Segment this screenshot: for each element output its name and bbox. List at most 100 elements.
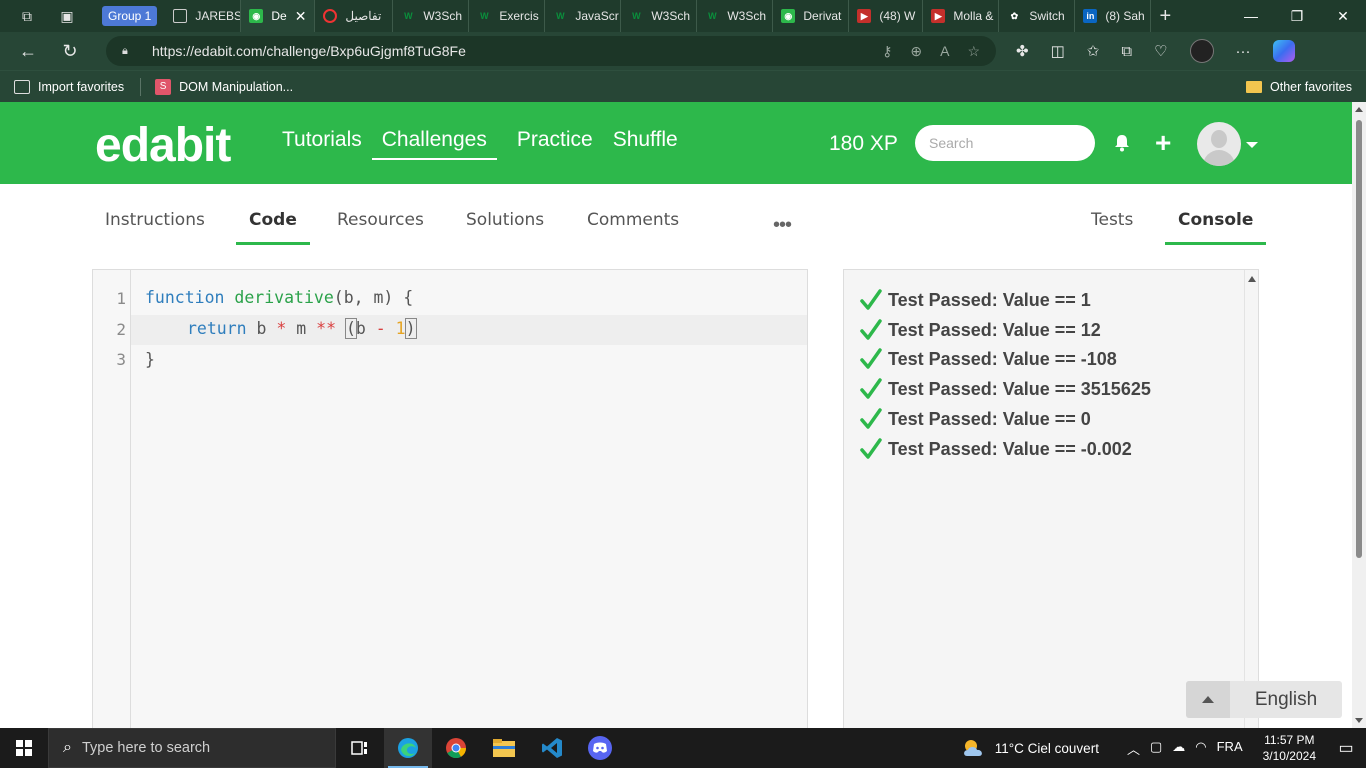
scroll-down-icon[interactable]: [1355, 718, 1363, 723]
browser-tab-active[interactable]: ◉ De ✕: [241, 0, 316, 32]
browser-tab[interactable]: W Exercis: [469, 0, 546, 32]
edabit-logo[interactable]: edabit: [95, 118, 231, 173]
tab-console[interactable]: Console: [1165, 210, 1267, 245]
taskbar-search-placeholder: Type here to search: [81, 740, 211, 756]
star-icon[interactable]: ☆: [967, 43, 980, 60]
site-search-input[interactable]: [915, 125, 1095, 161]
browser-tab[interactable]: ▶ Molla &: [923, 0, 1000, 32]
read-aloud-icon[interactable]: A: [940, 43, 949, 60]
challenge-tabs: Instructions Code Resources Solutions Co…: [0, 184, 1352, 259]
code-editor[interactable]: 1 2 3 function derivative(b, m) { return…: [92, 269, 808, 739]
favorites-icon[interactable]: ✩: [1087, 42, 1100, 60]
browser-tab[interactable]: W W3Sch: [697, 0, 774, 32]
scrollbar-thumb[interactable]: [1356, 120, 1362, 558]
other-favorites-link[interactable]: Other favorites: [1246, 80, 1352, 94]
close-tab-icon[interactable]: ✕: [295, 8, 307, 25]
avatar[interactable]: [1197, 122, 1241, 166]
favorites-bar: Import favorites S DOM Manipulation... O…: [0, 70, 1366, 102]
nav-shuffle[interactable]: Shuffle: [613, 128, 678, 160]
taskbar-discord[interactable]: [576, 728, 624, 768]
tab-instructions[interactable]: Instructions: [105, 210, 205, 242]
tab-group-label[interactable]: Group 1: [102, 6, 158, 26]
browser-tab[interactable]: JAREBS: [165, 0, 242, 32]
minimize-icon[interactable]: —: [1228, 8, 1274, 25]
tab-actions-icon[interactable]: ▣: [58, 7, 76, 25]
edge-icon: [398, 738, 418, 758]
performance-icon[interactable]: ♡: [1154, 42, 1167, 60]
task-view-button[interactable]: [336, 728, 384, 768]
code-function-name: derivative: [234, 288, 334, 307]
browser-tab[interactable]: ▶ (48) W: [849, 0, 924, 32]
bell-icon[interactable]: [1113, 134, 1131, 152]
nav-practice[interactable]: Practice: [517, 128, 593, 160]
weather-text[interactable]: 11°C Ciel couvert: [995, 741, 1099, 756]
folder-icon: [493, 739, 515, 757]
page-scrollbar[interactable]: [1352, 102, 1366, 728]
tab-comments[interactable]: Comments: [587, 210, 679, 242]
chevron-down-icon[interactable]: [1246, 142, 1258, 148]
xp-counter[interactable]: 180 XP: [829, 132, 898, 156]
language-selector[interactable]: English: [1186, 681, 1342, 718]
browser-profile-icon[interactable]: [1189, 39, 1214, 63]
tab-resources[interactable]: Resources: [337, 210, 424, 242]
taskbar-file-explorer[interactable]: [480, 728, 528, 768]
key-icon[interactable]: ⚷: [882, 43, 892, 60]
url-field[interactable]: 🔒︎ https://edabit.com/challenge/Bxp6uGjg…: [106, 36, 996, 66]
nav-challenges[interactable]: Challenges: [371, 128, 497, 160]
taskbar-search[interactable]: ⌕ Type here to search: [48, 728, 336, 768]
browser-tab[interactable]: تفاصيل: [315, 0, 394, 32]
add-icon[interactable]: +: [1155, 129, 1171, 157]
workspaces-icon[interactable]: ⧉: [18, 7, 36, 25]
code-line-2[interactable]: return b * m ** (b - 1): [187, 318, 417, 339]
browser-tab[interactable]: ✿ Switch: [999, 0, 1076, 32]
language-toggle[interactable]: [1186, 681, 1230, 718]
code-token: b: [246, 319, 277, 338]
notifications-icon[interactable]: ▭: [1326, 738, 1366, 758]
chatgpt-icon: ✿: [1010, 10, 1019, 21]
code-line-1[interactable]: function derivative(b, m) {: [145, 288, 413, 307]
nav-tutorials[interactable]: Tutorials: [282, 128, 362, 160]
collections-icon[interactable]: ⧉: [1121, 43, 1132, 60]
wifi-icon[interactable]: ◠: [1195, 739, 1206, 758]
onedrive-icon[interactable]: ☁: [1172, 739, 1185, 758]
zoom-icon[interactable]: ⊕: [910, 43, 922, 60]
taskbar-chrome[interactable]: [432, 728, 480, 768]
close-window-icon[interactable]: ✕: [1320, 8, 1366, 25]
tab-code[interactable]: Code: [236, 210, 310, 245]
restore-icon[interactable]: ❐: [1274, 8, 1320, 25]
browser-tab[interactable]: W W3Sch: [393, 0, 470, 32]
clock[interactable]: 11:57 PM 3/10/2024: [1263, 732, 1316, 764]
console-scrollbar[interactable]: [1244, 270, 1258, 738]
browser-tab[interactable]: W JavaScr: [545, 0, 622, 32]
meet-icon[interactable]: ▢: [1150, 739, 1162, 758]
tab-solutions[interactable]: Solutions: [466, 210, 544, 242]
opera-icon: [323, 9, 338, 23]
dom-manipulation-link[interactable]: S DOM Manipulation...: [155, 78, 293, 95]
back-icon[interactable]: ←: [14, 37, 42, 65]
tab-tests[interactable]: Tests: [1091, 210, 1133, 242]
split-screen-icon[interactable]: ◫: [1051, 42, 1065, 60]
more-menu-icon[interactable]: ···: [1236, 43, 1251, 60]
import-favorites-link[interactable]: Import favorites: [14, 79, 125, 94]
browser-tab[interactable]: in (8) Sah: [1075, 0, 1152, 32]
refresh-icon[interactable]: ↻: [56, 37, 84, 65]
check-icon: [860, 378, 882, 399]
chevron-up-icon[interactable]: ︿: [1127, 739, 1140, 758]
browser-tab-label: W3Sch: [651, 9, 691, 23]
linkedin-icon: in: [1083, 9, 1098, 23]
import-favorites-label: Import favorites: [38, 79, 125, 94]
scroll-up-icon[interactable]: [1248, 276, 1256, 282]
taskbar-vscode[interactable]: [528, 728, 576, 768]
new-tab-icon[interactable]: +: [1151, 5, 1179, 28]
browser-tab[interactable]: ◉ Derivat: [773, 0, 850, 32]
w3schools-icon: W: [404, 11, 413, 21]
taskbar-edge[interactable]: [384, 728, 432, 768]
start-button[interactable]: [0, 728, 48, 768]
scroll-up-icon[interactable]: [1355, 107, 1363, 112]
browser-tab[interactable]: W W3Sch: [621, 0, 698, 32]
extensions-icon[interactable]: ✤: [1016, 42, 1029, 60]
more-options-icon[interactable]: •••: [773, 214, 792, 237]
code-line-3[interactable]: }: [145, 350, 155, 369]
copilot-icon[interactable]: [1272, 40, 1295, 62]
input-language[interactable]: FRA: [1217, 739, 1243, 758]
